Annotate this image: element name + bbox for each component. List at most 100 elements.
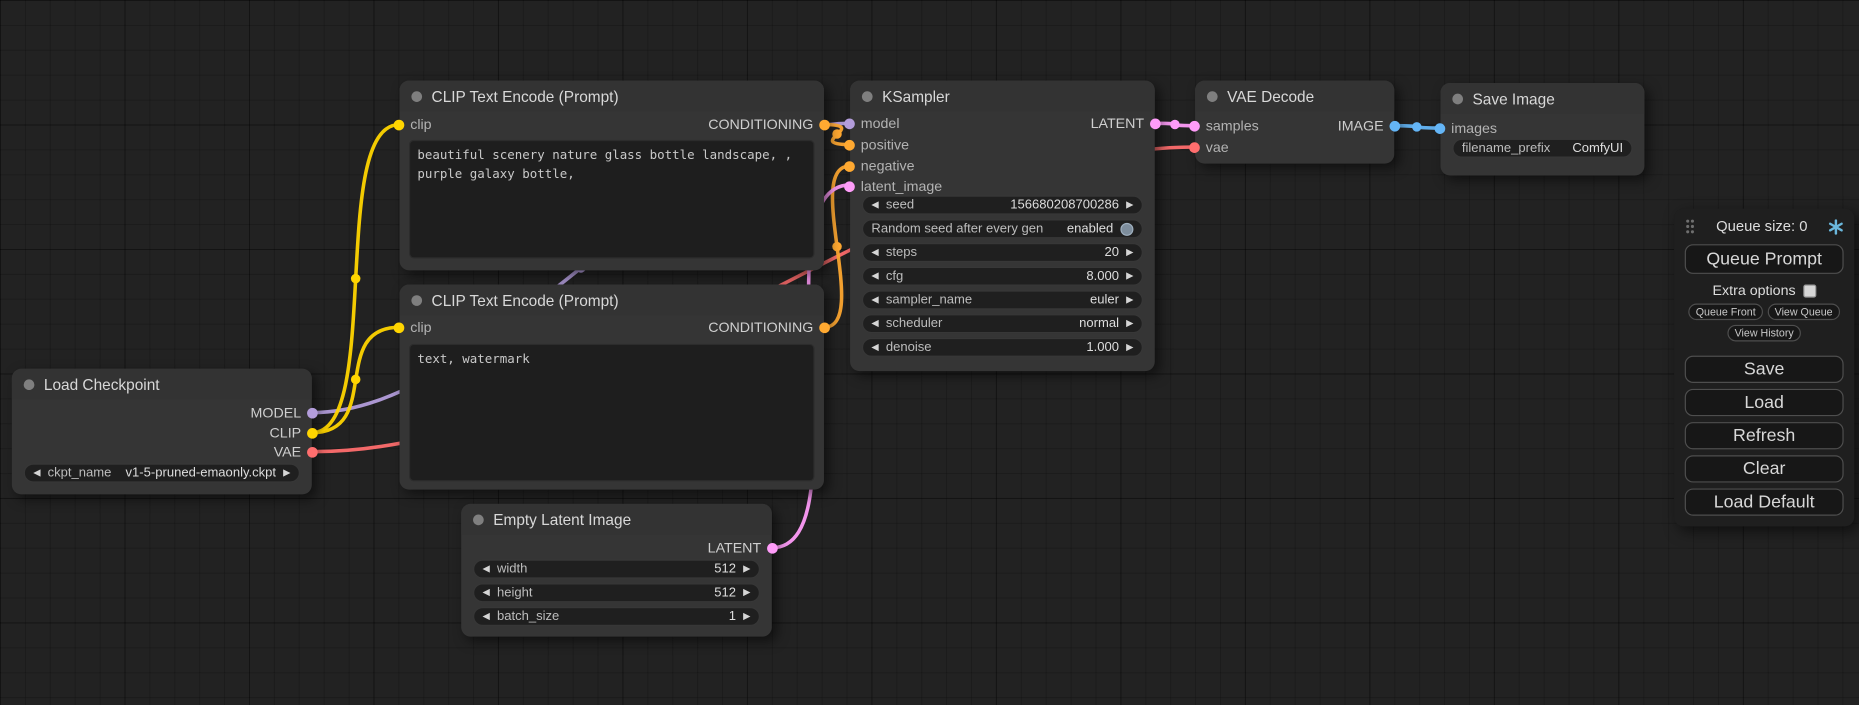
widget-scheduler[interactable]: ◀ scheduler normal ▶ — [862, 314, 1143, 333]
collapse-dot-icon[interactable] — [1207, 91, 1218, 102]
widget-filename-prefix[interactable]: filename_prefix ComfyUI — [1452, 139, 1632, 158]
output-dot-conditioning[interactable] — [819, 119, 830, 130]
node-title-bar[interactable]: Load Checkpoint — [12, 369, 312, 400]
output-dot-latent[interactable] — [767, 542, 778, 553]
input-dot-negative[interactable] — [844, 161, 855, 172]
widget-label: Random seed after every gen — [871, 222, 1043, 236]
increment-arrow-icon[interactable]: ▶ — [743, 564, 750, 573]
refresh-button[interactable]: Refresh — [1685, 422, 1844, 449]
input-dot-clip[interactable] — [394, 119, 405, 130]
node-title-bar[interactable]: KSampler — [850, 81, 1155, 112]
node-save-image[interactable]: Save Image images filename_prefix ComfyU… — [1441, 83, 1645, 175]
collapse-dot-icon[interactable] — [473, 514, 484, 525]
widget-steps[interactable]: ◀ steps 20 ▶ — [862, 243, 1143, 262]
decrement-arrow-icon[interactable]: ◀ — [871, 319, 878, 328]
widget-label: cfg — [886, 269, 903, 283]
decrement-arrow-icon[interactable]: ◀ — [871, 248, 878, 257]
collapse-dot-icon[interactable] — [411, 295, 422, 306]
view-history-button[interactable]: View History — [1727, 325, 1800, 342]
output-dot-model[interactable] — [307, 407, 318, 418]
node-load-checkpoint[interactable]: Load Checkpoint MODEL CLIP VAE ◀ ckpt_na… — [12, 369, 312, 495]
extra-options-label: Extra options — [1713, 282, 1796, 299]
decrement-arrow-icon[interactable]: ◀ — [483, 564, 490, 573]
load-default-button[interactable]: Load Default — [1685, 488, 1844, 515]
node-title-bar[interactable]: CLIP Text Encode (Prompt) — [400, 285, 824, 316]
increment-arrow-icon[interactable]: ▶ — [1126, 248, 1133, 257]
widget-width[interactable]: ◀ width 512 ▶ — [473, 560, 760, 579]
positive-prompt-textarea[interactable]: beautiful scenery nature glass bottle la… — [409, 140, 814, 259]
input-dot-positive[interactable] — [844, 139, 855, 150]
node-clip-text-encode-positive[interactable]: CLIP Text Encode (Prompt) clip CONDITION… — [400, 81, 824, 271]
widget-batch-size[interactable]: ◀ batch_size 1 ▶ — [473, 607, 760, 626]
widget-random-seed-toggle[interactable]: Random seed after every gen enabled — [862, 219, 1143, 238]
widget-denoise[interactable]: ◀ denoise 1.000 ▶ — [862, 338, 1143, 357]
slot-label: negative — [861, 158, 915, 175]
node-empty-latent-image[interactable]: Empty Latent Image LATENT ◀ width 512 ▶ … — [461, 504, 772, 637]
output-dot-latent[interactable] — [1150, 118, 1161, 129]
queue-prompt-button[interactable]: Queue Prompt — [1685, 244, 1844, 274]
negative-prompt-textarea[interactable]: text, watermark — [409, 344, 814, 482]
increment-arrow-icon[interactable]: ▶ — [1126, 200, 1133, 209]
input-dot-images[interactable] — [1435, 123, 1446, 134]
increment-arrow-icon[interactable]: ▶ — [1126, 295, 1133, 304]
decrement-arrow-icon[interactable]: ◀ — [871, 200, 878, 209]
widget-ckpt-name[interactable]: ◀ ckpt_name v1-5-pruned-emaonly.ckpt ▶ — [24, 464, 300, 483]
decrement-arrow-icon[interactable]: ◀ — [871, 343, 878, 352]
collapse-dot-icon[interactable] — [1452, 93, 1463, 104]
increment-arrow-icon[interactable]: ▶ — [743, 588, 750, 597]
output-slot-conditioning: CONDITIONING — [708, 116, 830, 133]
decrement-arrow-icon[interactable]: ◀ — [871, 272, 878, 281]
queue-front-button[interactable]: Queue Front — [1689, 304, 1763, 321]
decrement-arrow-icon[interactable]: ◀ — [871, 295, 878, 304]
widget-sampler-name[interactable]: ◀ sampler_name euler ▶ — [862, 290, 1143, 309]
node-ksampler[interactable]: KSampler model positive negative latent_… — [850, 81, 1155, 371]
node-title-bar[interactable]: VAE Decode — [1195, 81, 1394, 112]
increment-arrow-icon[interactable]: ▶ — [1126, 319, 1133, 328]
node-title: CLIP Text Encode (Prompt) — [432, 291, 619, 309]
input-dot-model[interactable] — [844, 118, 855, 129]
increment-arrow-icon[interactable]: ▶ — [1126, 272, 1133, 281]
node-title: Load Checkpoint — [44, 375, 160, 393]
decrement-arrow-icon[interactable]: ◀ — [483, 612, 490, 621]
output-dot-conditioning[interactable] — [819, 322, 830, 333]
increment-arrow-icon[interactable]: ▶ — [283, 468, 290, 477]
decrement-arrow-icon[interactable]: ◀ — [483, 588, 490, 597]
node-title-bar[interactable]: Save Image — [1441, 83, 1645, 114]
clear-button[interactable]: Clear — [1685, 455, 1844, 482]
extra-options-checkbox[interactable] — [1803, 284, 1816, 297]
collapse-dot-icon[interactable] — [862, 91, 873, 102]
output-dot-clip[interactable] — [307, 427, 318, 438]
collapse-dot-icon[interactable] — [411, 91, 422, 102]
node-clip-text-encode-negative[interactable]: CLIP Text Encode (Prompt) clip CONDITION… — [400, 285, 824, 490]
node-title-bar[interactable]: Empty Latent Image — [461, 504, 772, 535]
increment-arrow-icon[interactable]: ▶ — [1126, 343, 1133, 352]
output-dot-vae[interactable] — [307, 446, 318, 457]
collapse-dot-icon[interactable] — [24, 379, 35, 390]
increment-arrow-icon[interactable]: ▶ — [743, 612, 750, 621]
input-dot-samples[interactable] — [1189, 120, 1200, 131]
widget-label: sampler_name — [886, 293, 972, 307]
node-vae-decode[interactable]: VAE Decode samples vae IMAGE — [1195, 81, 1394, 164]
link-midpoint-dot — [351, 274, 360, 283]
widget-label: height — [497, 586, 533, 600]
save-button[interactable]: Save — [1685, 356, 1844, 383]
widget-cfg[interactable]: ◀ cfg 8.000 ▶ — [862, 267, 1143, 286]
toggle-knob-icon[interactable] — [1120, 222, 1133, 235]
input-dot-clip[interactable] — [394, 322, 405, 333]
widget-seed[interactable]: ◀ seed 156680208700286 ▶ — [862, 196, 1143, 215]
node-title: Empty Latent Image — [493, 510, 631, 528]
graph-canvas[interactable]: Load Checkpoint MODEL CLIP VAE ◀ ckpt_na… — [0, 0, 1859, 705]
settings-gear-icon[interactable] — [1828, 219, 1843, 234]
output-dot-image[interactable] — [1390, 120, 1401, 131]
node-title-bar[interactable]: CLIP Text Encode (Prompt) — [400, 81, 824, 112]
input-dot-vae[interactable] — [1189, 142, 1200, 153]
view-queue-button[interactable]: View Queue — [1768, 304, 1840, 321]
widget-value: 1.000 — [1086, 340, 1119, 354]
decrement-arrow-icon[interactable]: ◀ — [33, 468, 40, 477]
load-button[interactable]: Load — [1685, 389, 1844, 416]
input-dot-latent-image[interactable] — [844, 181, 855, 192]
queue-menu-panel: Queue size: 0 Queue Prompt Extra options… — [1674, 209, 1854, 527]
widget-value: v1-5-pruned-emaonly.ckpt — [126, 466, 277, 480]
drag-handle-icon[interactable] — [1685, 218, 1696, 235]
widget-height[interactable]: ◀ height 512 ▶ — [473, 583, 760, 602]
